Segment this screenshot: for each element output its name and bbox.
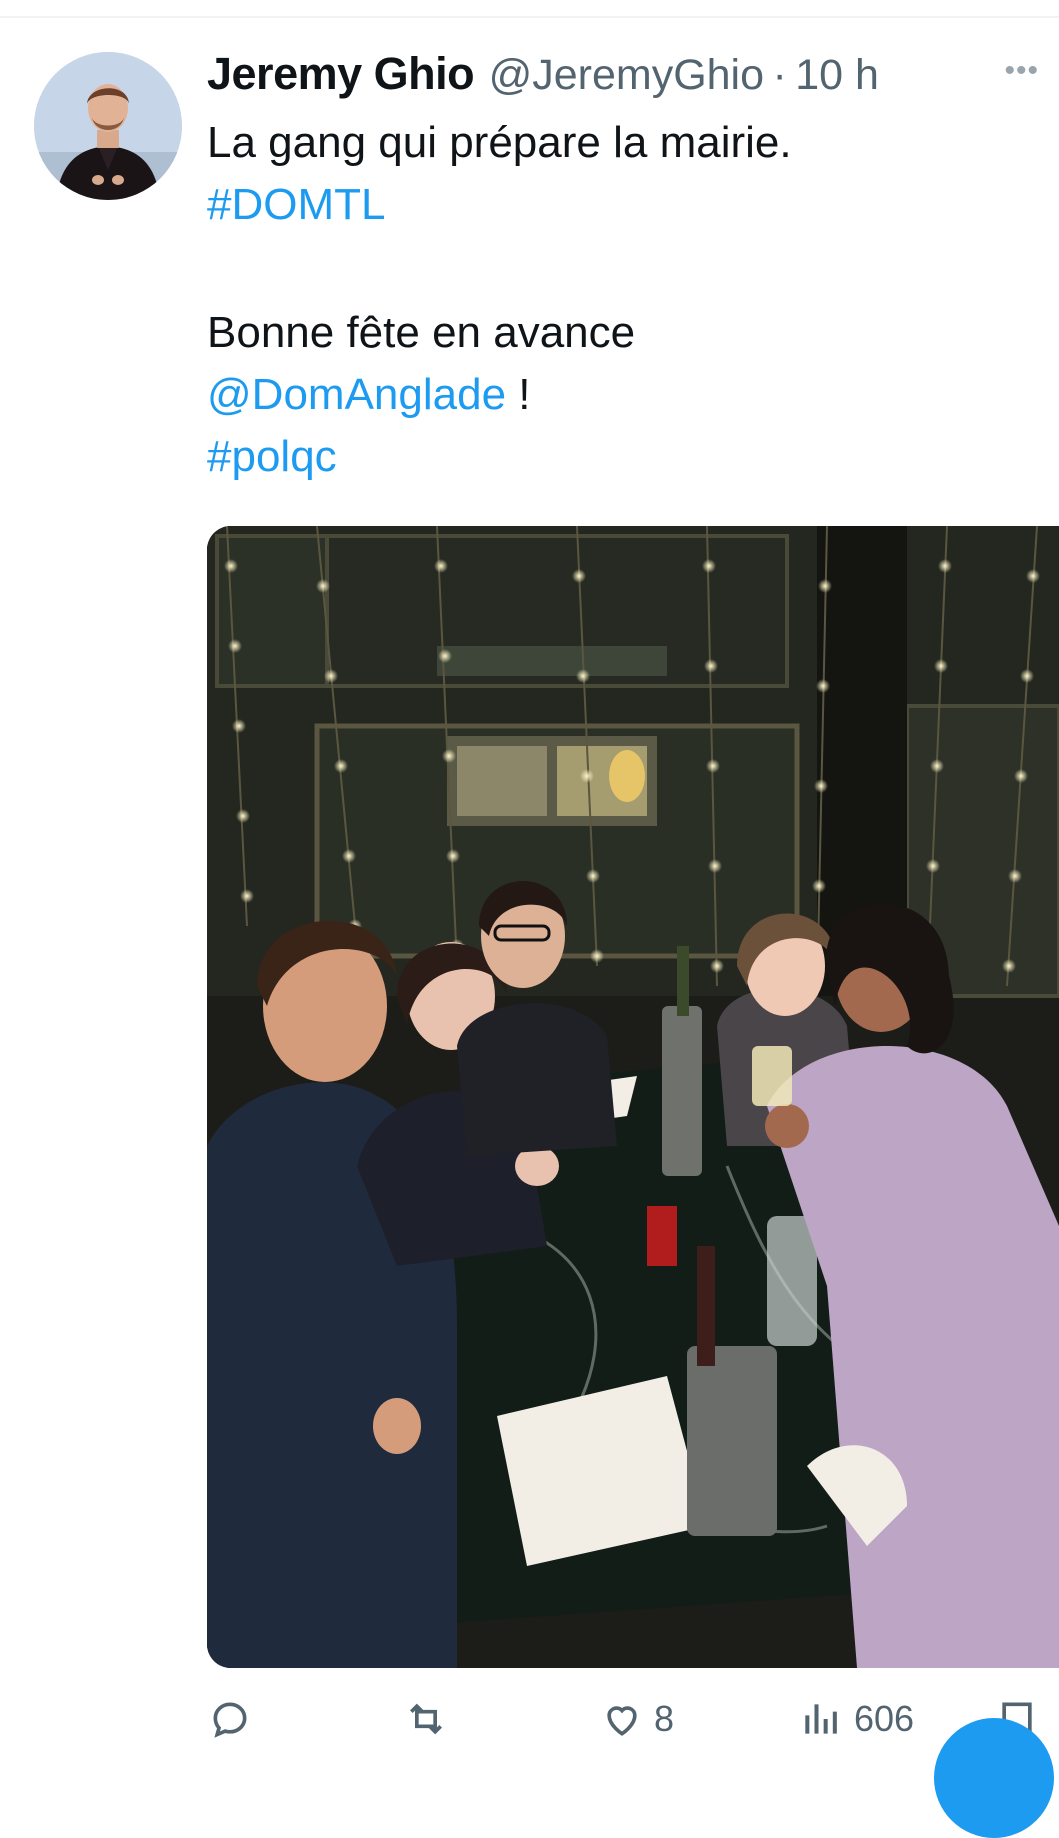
compose-fab[interactable] bbox=[934, 1718, 1054, 1838]
like-count: 8 bbox=[654, 1698, 675, 1739]
tweet-timestamp[interactable]: 10 h bbox=[795, 51, 879, 99]
group-photo-image bbox=[207, 526, 1059, 1668]
author-avatar[interactable] bbox=[34, 52, 182, 200]
views-button[interactable]: 606 bbox=[800, 1694, 914, 1744]
hashtag-link[interactable]: #polqc bbox=[207, 426, 1027, 488]
reply-icon bbox=[213, 1702, 247, 1738]
tweet-header: Jeremy Ghio @JeremyGhio · 10 h ••• bbox=[207, 48, 1039, 108]
tweet-line: La gang qui prépare la mairie. bbox=[207, 118, 792, 167]
author-name[interactable]: Jeremy Ghio bbox=[207, 48, 475, 99]
mention-link[interactable]: @DomAnglade bbox=[207, 370, 506, 419]
mention-line: @DomAnglade ! bbox=[207, 364, 1027, 426]
more-horizontal-icon[interactable]: ••• bbox=[1004, 54, 1039, 88]
tweet-body: La gang qui prépare la mairie. #DOMTL Bo… bbox=[207, 112, 1027, 488]
author-handle[interactable]: @JeremyGhio bbox=[489, 51, 764, 99]
retweet-button[interactable] bbox=[404, 1694, 458, 1744]
views-chart-icon bbox=[805, 1704, 837, 1734]
heart-icon bbox=[607, 1706, 637, 1736]
views-count: 606 bbox=[854, 1698, 915, 1739]
like-button[interactable]: 8 bbox=[600, 1694, 674, 1744]
reply-button[interactable] bbox=[208, 1694, 262, 1744]
tweet-photo[interactable] bbox=[207, 526, 1059, 1668]
avatar-image bbox=[34, 52, 182, 200]
retweet-icon bbox=[410, 1703, 442, 1735]
tweet-actions-bar: 8 606 bbox=[0, 1690, 1059, 1746]
mention-suffix: ! bbox=[506, 370, 531, 419]
tweet-line: Bonne fête en avance bbox=[207, 308, 636, 357]
hashtag-link[interactable]: #DOMTL bbox=[207, 174, 1027, 236]
top-divider bbox=[0, 16, 1059, 18]
separator-dot: · bbox=[772, 51, 787, 99]
